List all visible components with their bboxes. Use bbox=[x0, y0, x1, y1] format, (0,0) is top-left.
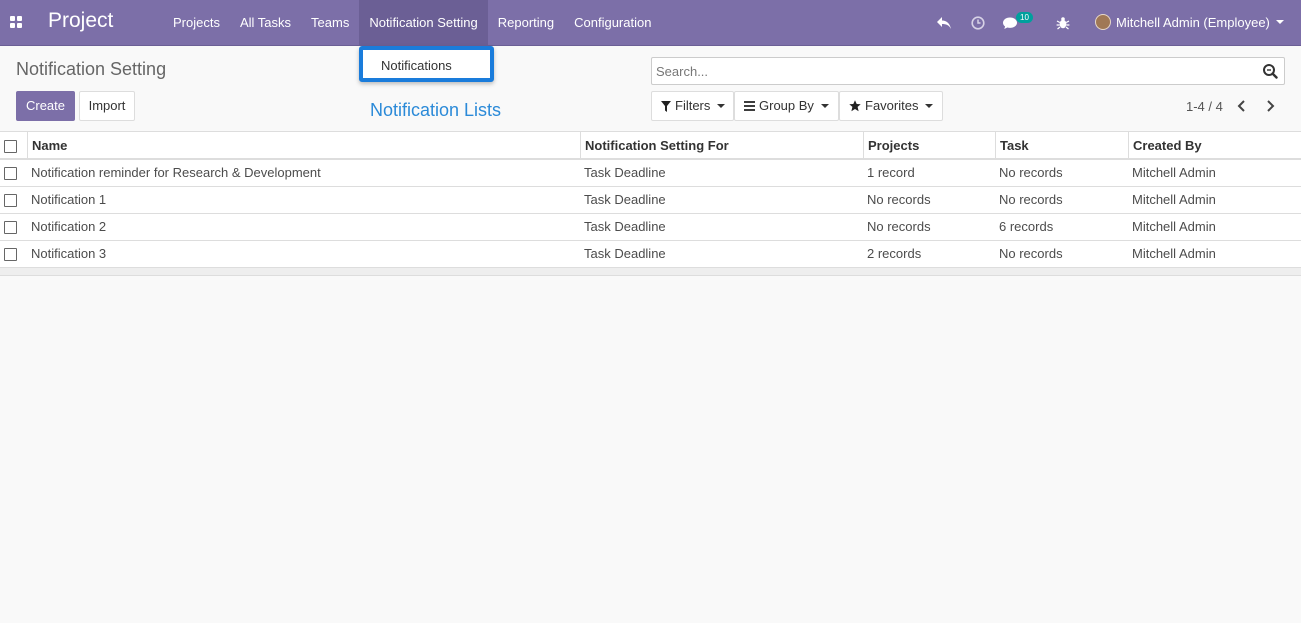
search-input[interactable] bbox=[656, 63, 1246, 79]
column-header-projects[interactable]: Projects bbox=[863, 132, 995, 159]
menu-reporting[interactable]: Reporting bbox=[488, 0, 564, 45]
cell-task: 6 records bbox=[999, 219, 1054, 234]
notification-setting-dropdown: Notifications bbox=[359, 46, 494, 82]
chevron-down-icon bbox=[925, 104, 934, 108]
menu-configuration[interactable]: Configuration bbox=[564, 0, 661, 45]
group-by-label: Group By bbox=[759, 98, 814, 113]
reply-icon[interactable] bbox=[934, 0, 954, 45]
cell-notification-setting-for: Task Deadline bbox=[584, 246, 666, 261]
cell-projects: 1 record bbox=[867, 165, 915, 180]
user-name: Mitchell Admin (Employee) bbox=[1116, 14, 1270, 30]
table-footer bbox=[0, 268, 1301, 276]
chevron-down-icon bbox=[717, 104, 726, 108]
cell-projects: 2 records bbox=[867, 246, 922, 261]
column-header-task[interactable]: Task bbox=[995, 132, 1129, 159]
create-button[interactable]: Create bbox=[16, 91, 75, 121]
menu-teams[interactable]: Teams bbox=[301, 0, 359, 45]
menu-projects[interactable]: Projects bbox=[163, 0, 230, 45]
notification-list-table: Name Notification Setting For Projects T… bbox=[0, 131, 1301, 276]
column-header-notification-setting-for[interactable]: Notification Setting For bbox=[580, 132, 864, 159]
cell-name: Notification 3 bbox=[31, 246, 107, 261]
import-button[interactable]: Import bbox=[79, 91, 135, 121]
cell-created-by: Mitchell Admin bbox=[1132, 192, 1216, 207]
breadcrumb: Notification Setting bbox=[16, 59, 167, 79]
cell-name: Notification reminder for Research & Dev… bbox=[31, 165, 321, 180]
debug-icon[interactable] bbox=[1054, 0, 1072, 45]
search-icon[interactable] bbox=[1262, 63, 1278, 79]
messages-count-badge: 10 bbox=[1016, 12, 1033, 23]
cell-notification-setting-for: Task Deadline bbox=[584, 219, 666, 234]
annotation-label: Notification Lists bbox=[370, 100, 502, 120]
cell-projects: No records bbox=[867, 219, 931, 234]
menu-all-tasks[interactable]: All Tasks bbox=[230, 0, 301, 45]
main-menu: Projects All Tasks Teams Notification Se… bbox=[163, 0, 661, 45]
filters-button[interactable]: Filters bbox=[651, 91, 734, 121]
dropdown-item-notifications[interactable]: Notifications bbox=[381, 58, 452, 73]
cell-task: No records bbox=[999, 246, 1063, 261]
cell-notification-setting-for: Task Deadline bbox=[584, 192, 666, 207]
favorites-label: Favorites bbox=[865, 98, 919, 113]
pager-value[interactable]: 1-4 / 4 bbox=[1186, 99, 1223, 114]
chevron-down-icon bbox=[820, 104, 829, 108]
table-row[interactable]: Notification 3 Task Deadline 2 records N… bbox=[0, 241, 1301, 268]
cell-created-by: Mitchell Admin bbox=[1132, 246, 1216, 261]
table-row[interactable]: Notification 2 Task Deadline No records … bbox=[0, 214, 1301, 241]
row-checkbox[interactable] bbox=[4, 248, 17, 261]
row-checkbox[interactable] bbox=[4, 194, 17, 207]
row-checkbox[interactable] bbox=[4, 221, 17, 234]
messages-button[interactable]: 10 bbox=[1002, 0, 1036, 45]
star-icon bbox=[849, 100, 861, 112]
table-header: Name Notification Setting For Projects T… bbox=[0, 131, 1301, 160]
top-navbar: Project Projects All Tasks Teams Notific… bbox=[0, 0, 1301, 46]
cell-task: No records bbox=[999, 165, 1063, 180]
cell-created-by: Mitchell Admin bbox=[1132, 219, 1216, 234]
filters-label: Filters bbox=[675, 98, 711, 113]
table-row[interactable]: Notification reminder for Research & Dev… bbox=[0, 160, 1301, 187]
select-all-checkbox[interactable] bbox=[4, 140, 17, 153]
chevron-down-icon bbox=[1275, 20, 1284, 24]
group-by-button[interactable]: Group By bbox=[734, 91, 839, 121]
table-row[interactable]: Notification 1 Task Deadline No records … bbox=[0, 187, 1301, 214]
cell-created-by: Mitchell Admin bbox=[1132, 165, 1216, 180]
cell-notification-setting-for: Task Deadline bbox=[584, 165, 666, 180]
apps-menu-icon[interactable] bbox=[10, 16, 22, 28]
filter-icon bbox=[661, 100, 671, 112]
search-bar bbox=[651, 57, 1285, 85]
clock-icon[interactable] bbox=[968, 0, 988, 45]
favorites-button[interactable]: Favorites bbox=[839, 91, 943, 121]
cell-name: Notification 2 bbox=[31, 219, 107, 234]
user-menu[interactable]: Mitchell Admin (Employee) bbox=[1095, 13, 1284, 31]
app-brand[interactable]: Project bbox=[48, 9, 113, 33]
chevron-left-icon[interactable] bbox=[1236, 99, 1248, 113]
list-icon bbox=[744, 101, 755, 111]
chevron-right-icon[interactable] bbox=[1264, 99, 1276, 113]
row-checkbox[interactable] bbox=[4, 167, 17, 180]
menu-notification-setting[interactable]: Notification Setting bbox=[359, 0, 488, 45]
cell-task: No records bbox=[999, 192, 1063, 207]
cell-name: Notification 1 bbox=[31, 192, 107, 207]
cell-projects: No records bbox=[867, 192, 931, 207]
user-avatar bbox=[1095, 14, 1111, 30]
column-header-name[interactable]: Name bbox=[27, 132, 581, 159]
column-header-created-by[interactable]: Created By bbox=[1128, 132, 1301, 159]
